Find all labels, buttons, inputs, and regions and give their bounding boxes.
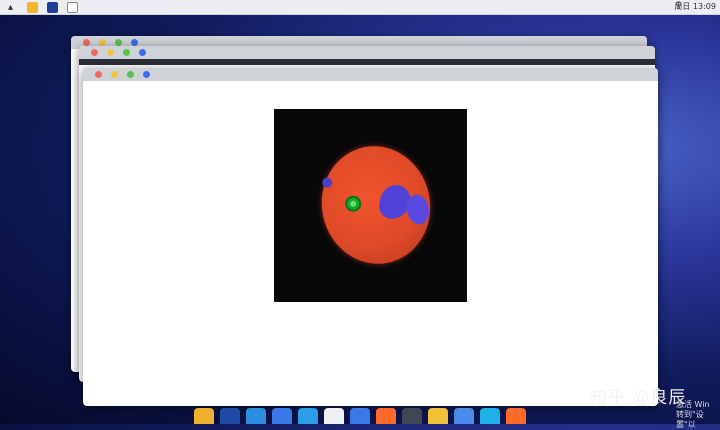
code-icon[interactable] [272, 408, 292, 424]
minimize-button[interactable] [111, 71, 118, 78]
maximize-button[interactable] [127, 71, 134, 78]
minimize-button[interactable] [107, 49, 114, 56]
activation-line1: 激活 Win [676, 400, 710, 409]
extra-button[interactable] [143, 71, 150, 78]
calculator-icon[interactable] [402, 408, 422, 424]
settings-icon[interactable] [324, 408, 344, 424]
store-icon[interactable] [246, 408, 266, 424]
notes-icon[interactable] [428, 408, 448, 424]
terminal-icon[interactable] [220, 408, 240, 424]
minimize-button[interactable] [99, 39, 106, 46]
activation-notice: 激活 Win 转到"设置"以 [676, 400, 720, 430]
share-icon[interactable] [506, 408, 526, 424]
window-titlebar[interactable] [83, 68, 658, 81]
document-icon[interactable] [67, 2, 78, 13]
top-panel: ▴ ⚲ 周日 13:09 [0, 0, 720, 15]
extra-button[interactable] [139, 49, 146, 56]
shield-icon[interactable] [480, 408, 500, 424]
close-button[interactable] [83, 39, 90, 46]
maximize-button[interactable] [115, 39, 122, 46]
maximize-button[interactable] [123, 49, 130, 56]
dock [150, 405, 570, 424]
cell-body [310, 136, 442, 274]
nucleus-blob [321, 176, 334, 189]
nucleus-blob [403, 192, 432, 227]
green-marker [343, 194, 363, 214]
watermark-text: 知乎 @良辰 [590, 388, 687, 408]
vpn-icon[interactable] [376, 408, 396, 424]
browser-icon[interactable] [47, 2, 58, 13]
close-button[interactable] [95, 71, 102, 78]
files-icon[interactable] [194, 408, 214, 424]
folder-icon[interactable] [27, 2, 38, 13]
launcher-icon[interactable]: ▴ [5, 2, 16, 13]
clock[interactable]: 周日 13:09 [674, 1, 716, 12]
microscopy-image [274, 109, 467, 302]
tools-icon[interactable] [454, 408, 474, 424]
mail-icon[interactable] [298, 408, 318, 424]
window-content-strip [79, 59, 655, 65]
activation-line2: 转到"设置"以 [676, 410, 704, 429]
window-titlebar[interactable] [79, 46, 655, 59]
extra-button[interactable] [131, 39, 138, 46]
window-front[interactable] [83, 68, 658, 406]
network-icon[interactable] [350, 408, 370, 424]
close-button[interactable] [91, 49, 98, 56]
